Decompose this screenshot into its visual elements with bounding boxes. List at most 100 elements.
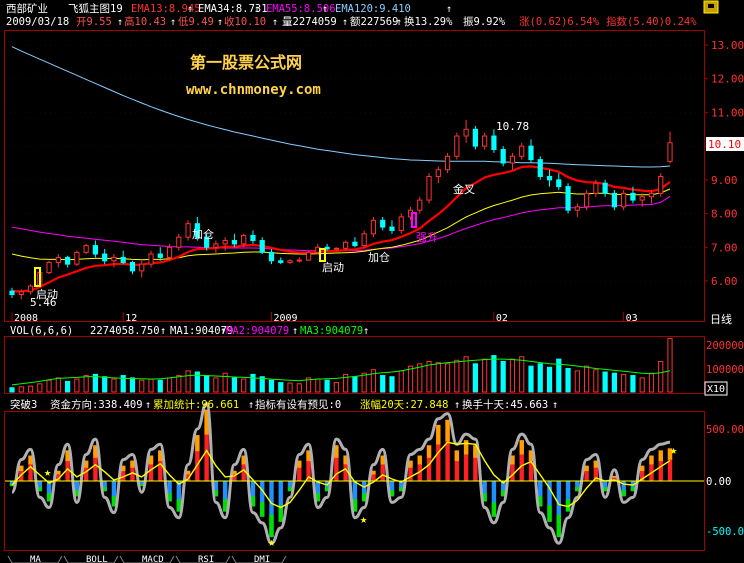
osc-bar-cap (436, 424, 441, 445)
candle-body (658, 175, 664, 194)
osc-bar-tail (621, 490, 626, 497)
current-price-tag: 10.10 (706, 137, 744, 151)
candle (500, 146, 506, 167)
candle (565, 183, 571, 214)
candle (27, 284, 34, 295)
osc-bar (176, 481, 182, 512)
current-price: 10.10 (708, 138, 741, 151)
header: 西部矿业 飞狐主图19 EMA13:8.945 EMA34:8.731 EMA5… (6, 2, 697, 28)
osc-bar (556, 481, 561, 538)
volume-bar (574, 370, 580, 393)
candle (305, 250, 312, 261)
candle (74, 250, 80, 266)
volume-bar (204, 375, 210, 393)
candle-body (602, 182, 608, 194)
amplitude-value: 振9.92% (463, 15, 506, 28)
volume-bar (509, 358, 516, 393)
candle (46, 260, 52, 275)
up-arrow-icon: ↑ (322, 4, 328, 15)
up-arrow-icon: ↑ (363, 325, 369, 337)
star-markers: ★ ★ ★ ★ (44, 443, 677, 549)
candle-body (370, 219, 377, 235)
star-icon: ★ (44, 465, 51, 479)
candle-body (185, 223, 191, 238)
qidong-label-2: 启动 (322, 261, 344, 274)
volume-bar (463, 356, 469, 393)
indicator-tabs: MA BOLL MACD RSI DMI (7, 555, 287, 563)
volume-current: 2274058.750 (90, 325, 160, 337)
lock-icon[interactable] (703, 0, 719, 14)
period-label[interactable]: 日线 (710, 312, 732, 326)
osc-title: 突破3 (10, 398, 37, 411)
up-arrow-icon: ↑ (145, 399, 151, 411)
volume-bar (18, 386, 24, 393)
volume-bar (583, 365, 590, 393)
volume-bar (129, 377, 136, 393)
volume-bar (389, 376, 395, 393)
candle (370, 216, 377, 238)
volume-bar (65, 380, 71, 393)
candle-body (500, 149, 506, 164)
tab-dmi[interactable]: DMI (231, 555, 287, 563)
candle-body (92, 245, 99, 255)
volume-bar (296, 383, 302, 393)
tab-macd[interactable]: MACD (119, 555, 175, 563)
volume-bar (148, 378, 154, 393)
tab-label: DMI (254, 555, 270, 563)
tab-label: MA (30, 555, 41, 563)
candle-body (389, 226, 395, 231)
rise-20-days: 涨幅20天:27.848 (360, 398, 448, 411)
volume-bar (398, 370, 404, 393)
candle (463, 119, 469, 143)
candle-body (287, 260, 293, 263)
turnover-value: 换13.29% (404, 15, 453, 28)
volume-bar (287, 382, 293, 393)
volume-bar (472, 363, 478, 393)
osc-bar (269, 481, 274, 538)
volume-bar (528, 365, 534, 393)
watermark-url: www.chnmoney.com (186, 82, 321, 98)
osc-bar (649, 455, 654, 481)
osc-bar-tail (547, 505, 552, 522)
up-arrow-icon: ↑ (217, 17, 223, 28)
tab-label: BOLL (86, 555, 108, 563)
candle (9, 287, 15, 298)
candle-body (556, 179, 562, 188)
candle-body (111, 256, 117, 262)
price-tick-label: 11.00 (711, 106, 744, 119)
candle (658, 173, 664, 197)
candle-body (27, 285, 34, 293)
volume-bar (157, 379, 163, 393)
volume-bar (648, 372, 655, 393)
osc-tick-2: 0.00 (706, 476, 731, 488)
star-icon: ★ (670, 443, 677, 457)
vol-tick-1: 200000 (706, 340, 744, 352)
candle-body (593, 182, 599, 194)
tab-rsi[interactable]: RSI (175, 555, 231, 563)
candle (583, 189, 590, 211)
volume-bar (454, 359, 460, 393)
candle (65, 255, 71, 268)
tab-boll[interactable]: BOLL (63, 555, 119, 563)
jiacang-label-1: 加仓 (192, 227, 214, 241)
osc-bar-cap (649, 455, 654, 465)
jiacang-label-2: 加仓 (368, 250, 390, 264)
volume-bar (352, 376, 358, 393)
volume-bar (435, 362, 441, 393)
candle-body (491, 135, 497, 151)
candle (278, 257, 284, 265)
candle (482, 132, 488, 150)
volume-bar (602, 371, 608, 393)
peak-label: 10.78 (496, 120, 529, 133)
volume-bar (333, 382, 339, 393)
candle (537, 156, 543, 180)
candle-body (241, 234, 247, 245)
volume-bar (139, 379, 145, 393)
osc-header: 突破3 资金方向:338.409 累加统计:96.661 指标有设有预见:0 涨… (10, 398, 558, 411)
osc-bar (417, 455, 422, 481)
tab-ma[interactable]: MA (7, 555, 63, 563)
candle-body (102, 253, 108, 262)
volume-bar (621, 373, 627, 393)
up-arrow-icon: ↑ (170, 17, 176, 28)
osc-bar (445, 419, 450, 481)
